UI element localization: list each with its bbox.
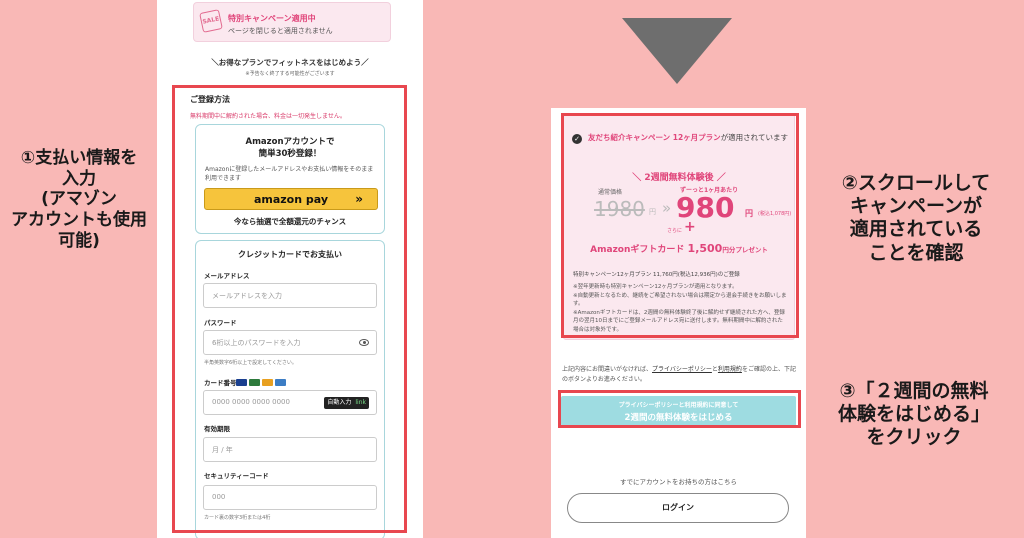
step1-line: ①支払い情報を bbox=[20, 148, 138, 168]
step2-annotation: ②スクロールして キャンペーンが 適用されている ことを確認 bbox=[812, 172, 1020, 265]
privacy-text: 上記内容にお間違いがなければ、 bbox=[562, 366, 653, 373]
privacy-consent-text: 上記内容にお間違いがなければ、プライバシーポリシーと利用規約をご確認の上、下記の… bbox=[562, 365, 798, 384]
terms-link[interactable]: 利用規約 bbox=[718, 366, 742, 373]
payment-highlight-box bbox=[172, 85, 407, 533]
existing-account-text: すでにアカウントをお持ちの方はこちら bbox=[619, 478, 738, 486]
step1-line: 入力 bbox=[62, 168, 96, 189]
coupon-icon: SALE bbox=[199, 9, 223, 33]
step2-line: 適用されている bbox=[849, 218, 983, 241]
campaign-banner: SALE 特別キャンペーン適用中 ページを閉じると適用されません bbox=[193, 2, 391, 42]
step1-line: 可能) bbox=[58, 230, 100, 251]
campaign-subtitle: ページを閉じると適用されません bbox=[228, 27, 333, 35]
step1-line: アカウントも使用 bbox=[11, 210, 147, 231]
campaign-title: 特別キャンペーン適用中 bbox=[228, 14, 316, 23]
intro-note: ※予告なく終了する可能性がございます bbox=[245, 71, 335, 77]
down-arrow-icon bbox=[622, 18, 732, 84]
step3-line: ③「２週間の無料 bbox=[839, 380, 989, 402]
step3-line: 体験をはじめる」 bbox=[837, 403, 990, 426]
campaign-highlight-box bbox=[561, 113, 799, 338]
step1-annotation: ①支払い情報を 入力 (アマゾン アカウントも使用 可能) bbox=[4, 148, 154, 252]
step3-annotation: ③「２週間の無料 体験をはじめる」 をクリック bbox=[808, 380, 1020, 450]
privacy-policy-link[interactable]: プライバシーポリシー bbox=[652, 366, 712, 373]
step1-line: (アマゾン bbox=[41, 189, 117, 210]
cta-highlight-box bbox=[558, 390, 801, 428]
step3-line: をクリック bbox=[866, 426, 962, 449]
step2-line: ことを確認 bbox=[868, 241, 964, 264]
login-button[interactable]: ログイン bbox=[567, 493, 789, 523]
step2-line: キャンペーンが bbox=[849, 195, 983, 218]
intro-heading: ＼お得なプランでフィットネスをはじめよう／ bbox=[211, 58, 369, 67]
step2-line: ②スクロールして bbox=[841, 172, 991, 194]
